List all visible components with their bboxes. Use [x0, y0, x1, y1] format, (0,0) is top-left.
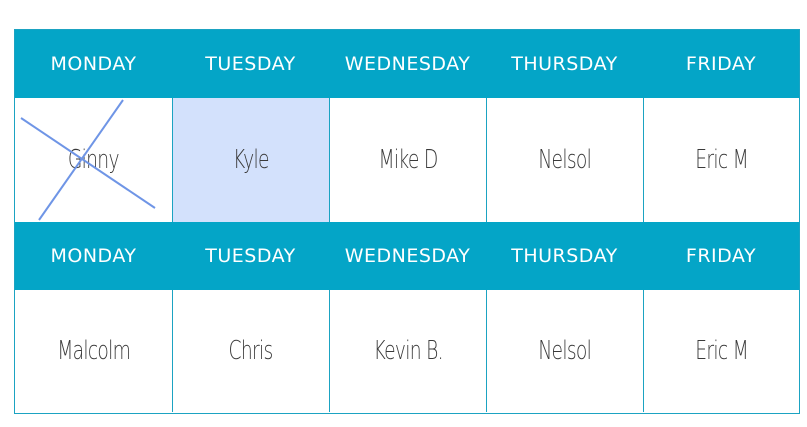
- name-row: Malcolm Chris Kevin B. Nelsol Eric M: [15, 290, 799, 412]
- day-header-friday: FRIDAY: [685, 53, 757, 75]
- schedule-cell-tuesday[interactable]: Chris: [172, 290, 329, 412]
- schedule-cell-monday[interactable]: Malcolm: [15, 290, 172, 412]
- day-header-tuesday: TUESDAY: [205, 53, 296, 75]
- day-header-thursday: THURSDAY: [511, 245, 618, 267]
- schedule-grid: MONDAY TUESDAY WEDNESDAY THURSDAY FRIDAY…: [14, 29, 800, 414]
- schedule-cell-thursday[interactable]: Nelsol: [486, 98, 643, 222]
- handwritten-name: Kevin B.: [373, 336, 443, 366]
- handwritten-name: Mike D: [378, 145, 438, 175]
- schedule-cell-wednesday[interactable]: Mike D: [329, 98, 486, 222]
- schedule-cell-monday[interactable]: Ginny: [15, 98, 172, 222]
- schedule-cell-wednesday[interactable]: Kevin B.: [329, 290, 486, 412]
- schedule-cell-tuesday[interactable]: Kyle: [172, 98, 329, 222]
- schedule-cell-friday[interactable]: Eric M: [643, 290, 799, 412]
- handwritten-name: Malcolm: [57, 336, 131, 366]
- day-header-row: MONDAY TUESDAY WEDNESDAY THURSDAY FRIDAY: [15, 222, 799, 290]
- day-header-monday: MONDAY: [50, 245, 137, 267]
- handwritten-name: Eric M: [695, 145, 749, 175]
- day-header-thursday: THURSDAY: [511, 53, 618, 75]
- schedule-cell-thursday[interactable]: Nelsol: [486, 290, 643, 412]
- day-header-friday: FRIDAY: [685, 245, 757, 267]
- day-header-wednesday: WEDNESDAY: [344, 53, 471, 75]
- handwritten-name: Eric M: [695, 336, 749, 366]
- handwritten-name: Nelsol: [538, 145, 593, 175]
- handwritten-name: Ginny: [68, 145, 120, 175]
- name-row: Ginny Kyle Mike D Nelsol Eric M: [15, 98, 799, 222]
- day-header-tuesday: TUESDAY: [205, 245, 296, 267]
- day-header-wednesday: WEDNESDAY: [344, 245, 471, 267]
- day-header-row: MONDAY TUESDAY WEDNESDAY THURSDAY FRIDAY: [15, 30, 799, 98]
- handwritten-name: Chris: [229, 336, 274, 366]
- schedule-cell-friday[interactable]: Eric M: [643, 98, 799, 222]
- handwritten-name: Nelsol: [538, 336, 593, 366]
- handwritten-name: Kyle: [233, 145, 270, 175]
- day-header-monday: MONDAY: [50, 53, 137, 75]
